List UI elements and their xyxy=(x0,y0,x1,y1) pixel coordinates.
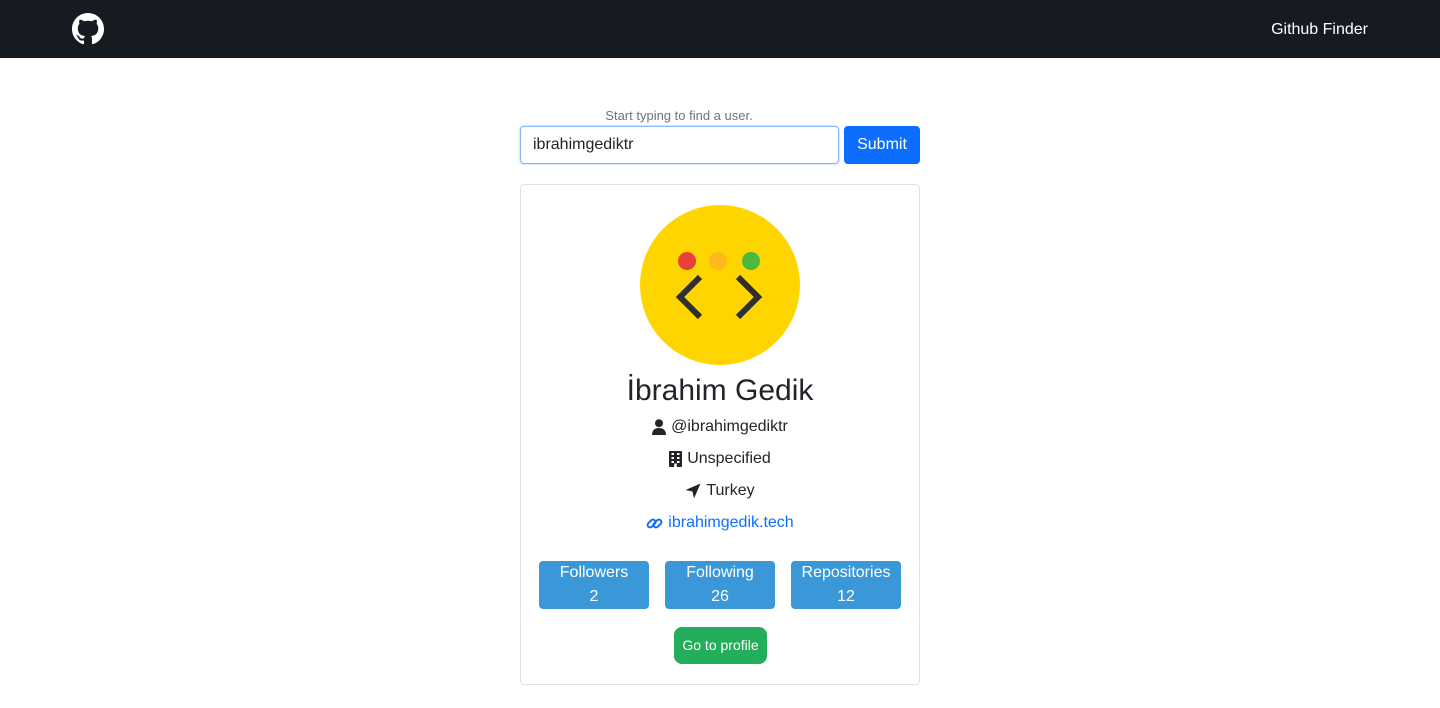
username-text: @ibrahimgediktr xyxy=(671,418,788,435)
company-text: Unspecified xyxy=(687,450,771,467)
location-arrow-icon xyxy=(685,483,701,499)
repositories-badge: Repositories 12 xyxy=(791,561,901,609)
blog-row[interactable]: ibrahimgedik.tech xyxy=(521,512,919,534)
followers-count: 2 xyxy=(589,588,599,605)
username-row: @ibrahimgediktr xyxy=(521,416,919,438)
search-hint: Start typing to find a user. xyxy=(605,108,753,123)
blog-link[interactable]: ibrahimgedik.tech xyxy=(668,514,793,532)
search-input[interactable] xyxy=(520,126,839,164)
location-text: Turkey xyxy=(706,482,755,499)
submit-button[interactable]: Submit xyxy=(844,126,920,164)
repositories-count: 12 xyxy=(837,588,855,605)
company-row: Unspecified xyxy=(521,448,919,470)
following-count: 26 xyxy=(711,588,729,605)
location-row: Turkey xyxy=(521,480,919,502)
user-name: İbrahim Gedik xyxy=(626,374,814,407)
app-title[interactable]: Github Finder xyxy=(1271,20,1368,40)
following-label: Following xyxy=(686,564,754,581)
go-to-profile-button[interactable]: Go to profile xyxy=(674,627,767,664)
navbar: Github Finder xyxy=(0,0,1440,58)
github-icon[interactable] xyxy=(72,13,104,45)
followers-label: Followers xyxy=(559,564,629,581)
avatar xyxy=(640,205,800,365)
link-icon xyxy=(646,518,663,528)
repositories-label: Repositories xyxy=(801,564,891,581)
following-badge: Following 26 xyxy=(665,561,775,609)
followers-badge: Followers 2 xyxy=(539,561,649,609)
user-icon xyxy=(652,419,667,435)
building-icon xyxy=(669,451,683,467)
user-card: İbrahim Gedik @ibrahimgediktr Unspecifie… xyxy=(520,184,920,685)
